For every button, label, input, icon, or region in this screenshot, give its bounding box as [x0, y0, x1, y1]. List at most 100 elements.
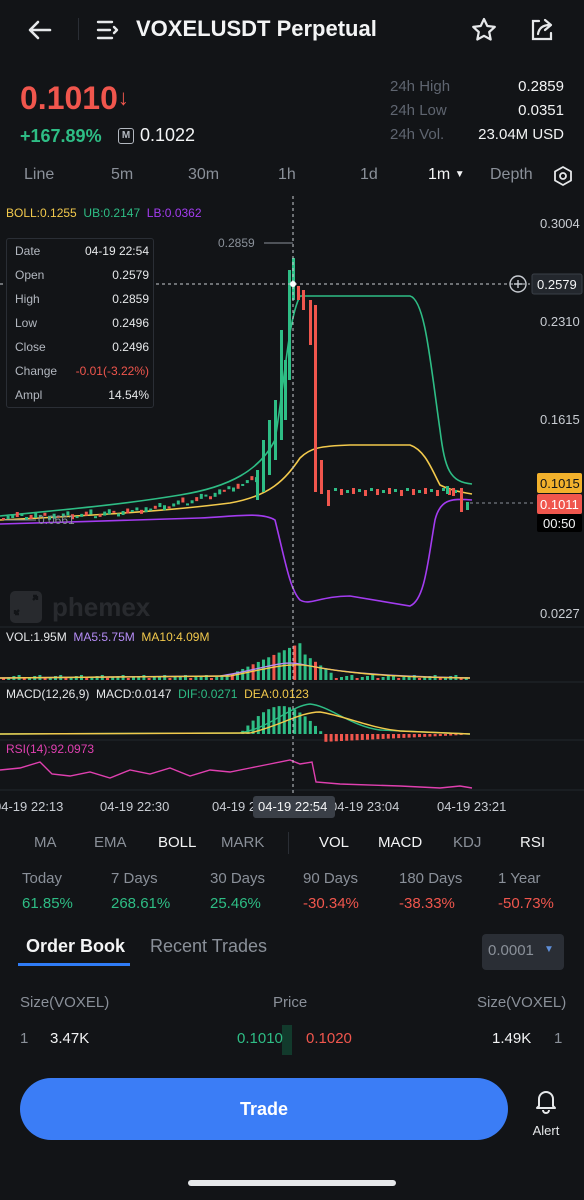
candle: [334, 488, 337, 491]
candle: [236, 483, 240, 489]
tab-depth[interactable]: Depth: [490, 166, 533, 184]
tab-vol[interactable]: VOL: [319, 834, 349, 851]
info-value: 14.54%: [108, 388, 149, 402]
last-price: 0.1010↓: [20, 80, 129, 117]
macd-bar: [277, 706, 281, 734]
stat-value-high: 0.2859: [518, 78, 564, 95]
time-axis-label: 04-19 22:30: [100, 799, 169, 814]
candle: [452, 488, 455, 496]
perf-label: 1 Year: [498, 870, 541, 887]
perf-30d: 30 Days 25.46%: [210, 870, 265, 912]
candle: [460, 488, 463, 494]
candle: [280, 330, 283, 440]
candle: [424, 488, 427, 494]
bid-size[interactable]: 3.47K: [50, 1030, 89, 1047]
ask-price[interactable]: 0.1020: [306, 1030, 352, 1047]
candle: [195, 497, 199, 502]
ask-index: 1: [554, 1030, 563, 1047]
precision-value: 0.0001: [488, 942, 534, 959]
tab-1h[interactable]: 1h: [278, 166, 296, 184]
last-price-tag-value: 0.1011: [540, 497, 579, 512]
volume-ma-lines: [0, 662, 471, 679]
macd-bar: [340, 734, 343, 741]
macd-bar: [303, 716, 307, 734]
trade-button[interactable]: Trade: [20, 1078, 508, 1140]
perf-value: 25.46%: [210, 895, 261, 912]
volume-bar: [402, 677, 406, 680]
macd-bar: [381, 734, 385, 739]
candle: [181, 497, 185, 503]
candle: [436, 490, 439, 496]
dif-line: [0, 703, 471, 735]
macd-bar: [454, 734, 458, 736]
candle: [358, 489, 361, 492]
tab-mark[interactable]: MARK: [221, 834, 264, 851]
macd-bar: [412, 734, 416, 738]
symbol-title[interactable]: VOXELUSDT Perpetual: [136, 16, 377, 42]
info-key: Close: [15, 340, 46, 354]
tab-macd[interactable]: MACD: [378, 834, 422, 851]
info-value: 0.2496: [112, 340, 149, 354]
volume-bar: [418, 678, 421, 680]
bid-price[interactable]: 0.1010: [237, 1030, 283, 1047]
tab-1d[interactable]: 1d: [360, 166, 378, 184]
tab-boll[interactable]: BOLL: [158, 834, 196, 851]
tab-rsi[interactable]: RSI: [520, 834, 545, 851]
perf-180d: 180 Days -38.33%: [399, 870, 462, 912]
tab-ma[interactable]: MA: [34, 834, 57, 851]
precision-select[interactable]: 0.0001 ▼: [482, 934, 564, 970]
candle: [153, 505, 157, 509]
tab-line[interactable]: Line: [24, 166, 54, 184]
info-value: -0.01(-3.22%): [75, 364, 149, 378]
share-icon[interactable]: [528, 16, 556, 44]
performance-row: Today 61.85% 7 Days 268.61% 30 Days 25.46% …: [0, 870, 584, 918]
ask-size[interactable]: 1.49K: [492, 1030, 531, 1047]
back-arrow-icon[interactable]: [24, 14, 56, 46]
crosshair-price-value: 0.2579: [537, 277, 577, 292]
rsi-path: [0, 759, 473, 789]
price-axis-label: 0.0227: [540, 606, 580, 621]
macd-value: MACD:0.0147: [96, 687, 172, 701]
tab-5m[interactable]: 5m: [111, 166, 133, 184]
ma5-value: MA5:5.75M: [73, 630, 135, 644]
stat-value-low: 0.0351: [518, 102, 564, 119]
active-tab-underline: [18, 963, 130, 966]
macd-bar: [345, 734, 349, 741]
tab-1m-label: 1m: [428, 166, 451, 183]
volume-bar: [210, 678, 213, 680]
macd-bar: [397, 734, 401, 739]
info-key: Low: [15, 316, 38, 330]
candle: [167, 506, 171, 509]
mark-price-icon: M: [118, 128, 134, 144]
market-list-icon[interactable]: [96, 18, 120, 42]
candle: [89, 509, 93, 515]
perf-90d: 90 Days -30.34%: [303, 870, 359, 912]
candle: [80, 513, 84, 517]
tab-order-book[interactable]: Order Book: [26, 936, 125, 957]
candle: [346, 490, 349, 493]
rsi-line: [0, 759, 473, 789]
change-percent: +167.89%: [20, 126, 102, 146]
boll-legend: BOLL:0.1255 UB:0.2147 LB:0.0362: [6, 206, 202, 220]
volume-bar: [308, 658, 312, 680]
tab-ema[interactable]: EMA: [94, 834, 127, 851]
macd-lines: [0, 703, 471, 735]
candle: [158, 503, 162, 508]
tab-30m[interactable]: 30m: [188, 166, 219, 184]
volume-bar: [386, 676, 390, 680]
candle: [103, 511, 107, 516]
tab-1m[interactable]: 1m ▼: [428, 166, 465, 184]
tab-recent-trades[interactable]: Recent Trades: [150, 936, 267, 957]
perf-value: -30.34%: [303, 895, 359, 912]
volume-bar: [163, 675, 167, 680]
alert-button[interactable]: Alert: [528, 1088, 564, 1138]
candle: [11, 513, 15, 518]
settings-hexagon-icon[interactable]: [552, 165, 574, 187]
top-bar: VOXELUSDT Perpetual: [0, 0, 584, 62]
volume-bar: [152, 677, 156, 680]
macd-bar: [402, 734, 406, 738]
vol-legend: VOL:1.95M MA5:5.75M MA10:4.09M: [6, 630, 209, 644]
star-icon[interactable]: [470, 16, 498, 44]
tab-kdj[interactable]: KDJ: [453, 834, 481, 851]
info-key: Open: [15, 268, 45, 282]
